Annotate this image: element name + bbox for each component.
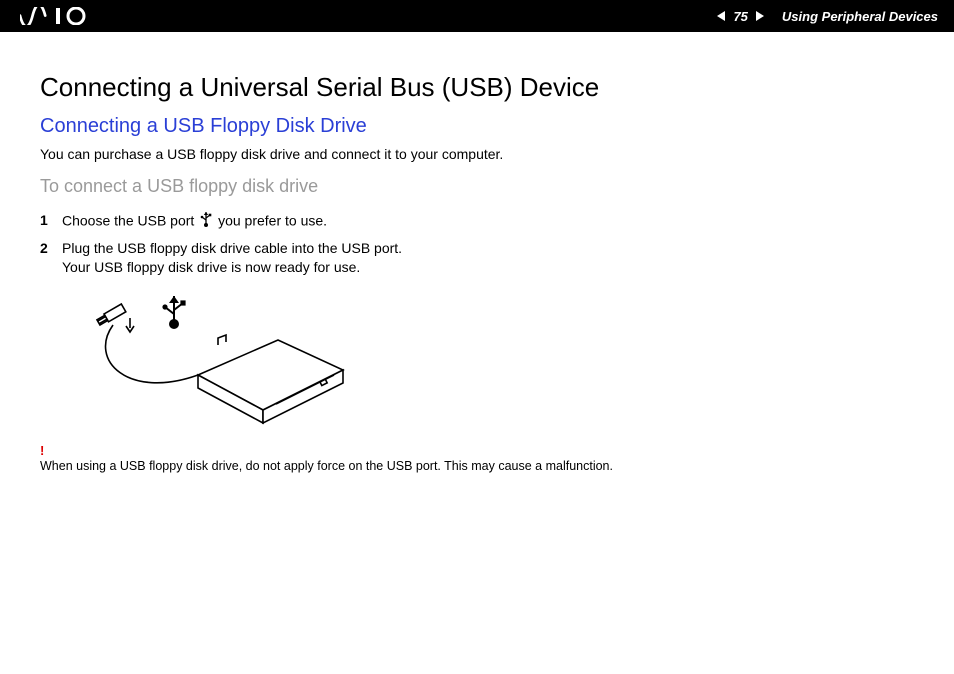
- usb-icon: [200, 211, 212, 233]
- page-content: Connecting a Universal Serial Bus (USB) …: [0, 32, 954, 473]
- warning-note: ! When using a USB floppy disk drive, do…: [40, 443, 914, 473]
- floppy-drive-illustration: [68, 290, 914, 435]
- step-2: 2 Plug the USB floppy disk drive cable i…: [40, 239, 914, 278]
- steps-list: 1 Choose the USB port you prefer to use.…: [40, 211, 914, 278]
- step-text-pre: Choose the USB port: [62, 213, 198, 229]
- vaio-logo-icon: [20, 7, 106, 25]
- step-number: 2: [40, 239, 62, 278]
- step-number: 1: [40, 211, 62, 233]
- header-bar: 75 Using Peripheral Devices: [0, 0, 954, 32]
- warning-text: When using a USB floppy disk drive, do n…: [40, 459, 613, 473]
- page-subtitle: Connecting a USB Floppy Disk Drive: [40, 115, 914, 138]
- page-number: 75: [733, 9, 747, 24]
- vaio-logo: [20, 7, 106, 25]
- warning-icon: !: [40, 443, 914, 458]
- task-heading: To connect a USB floppy disk drive: [40, 176, 914, 197]
- step-body: Plug the USB floppy disk drive cable int…: [62, 239, 914, 278]
- header-nav: 75 Using Peripheral Devices: [717, 9, 938, 24]
- step-text-line1: Plug the USB floppy disk drive cable int…: [62, 240, 402, 256]
- next-page-button[interactable]: [754, 11, 764, 21]
- section-title: Using Peripheral Devices: [782, 9, 938, 24]
- arrow-right-icon: [754, 11, 764, 21]
- step-body: Choose the USB port you prefer to use.: [62, 211, 914, 233]
- intro-text: You can purchase a USB floppy disk drive…: [40, 146, 914, 162]
- step-1: 1 Choose the USB port you prefer to use.: [40, 211, 914, 233]
- arrow-left-icon: [717, 11, 727, 21]
- page-title: Connecting a Universal Serial Bus (USB) …: [40, 72, 914, 103]
- step-text-post: you prefer to use.: [214, 213, 327, 229]
- step-text-line2: Your USB floppy disk drive is now ready …: [62, 259, 360, 275]
- prev-page-button[interactable]: [717, 11, 727, 21]
